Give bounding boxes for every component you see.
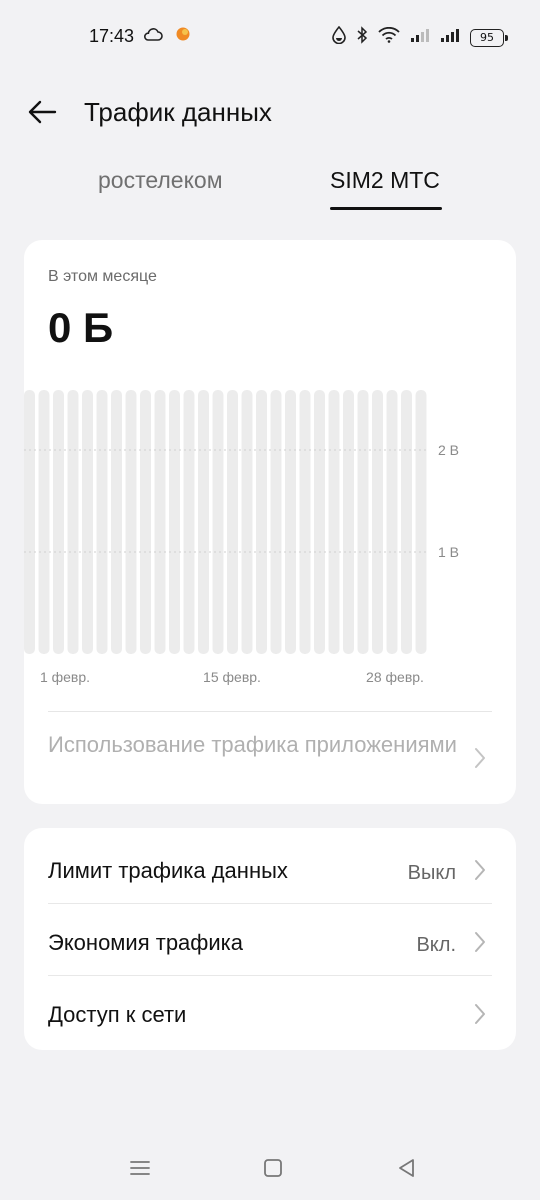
chart-y-tick-label: 1 В bbox=[438, 544, 459, 560]
chart-bar-track bbox=[24, 390, 35, 654]
page-title: Трафик данных bbox=[84, 97, 272, 127]
tab-sim2-mts[interactable]: SIM2 МТС bbox=[330, 167, 440, 194]
data-saver-icon bbox=[332, 25, 346, 49]
battery-icon: 95 bbox=[470, 28, 508, 47]
chevron-right-icon bbox=[475, 1004, 485, 1024]
status-right-icons: 95 bbox=[332, 25, 508, 49]
usage-chart: 2 В 1 В 1 февр. 15 февр. 28 февр. bbox=[24, 388, 516, 688]
chart-bar-track bbox=[140, 390, 151, 654]
chart-x-tick-label: 15 февр. bbox=[203, 669, 261, 685]
chart-bar-track bbox=[314, 390, 325, 654]
status-left-icons bbox=[143, 26, 191, 47]
chart-bar-track bbox=[154, 390, 166, 654]
network-access-label: Доступ к сети bbox=[48, 1002, 187, 1027]
usage-chart-svg: 2 В 1 В 1 февр. 15 февр. 28 февр. bbox=[24, 390, 459, 685]
active-tab-indicator bbox=[330, 207, 442, 210]
app-usage-label[interactable]: Использование трафика приложениями bbox=[48, 730, 468, 760]
chart-bar-track bbox=[82, 390, 93, 654]
chart-bar-track bbox=[53, 390, 64, 654]
back-arrow-icon bbox=[28, 100, 57, 124]
notification-dot-icon bbox=[175, 26, 191, 47]
navigation-bar bbox=[0, 1140, 540, 1200]
cloud-icon bbox=[143, 26, 163, 47]
chart-bar-track bbox=[285, 390, 296, 654]
home-button[interactable] bbox=[259, 1154, 287, 1182]
chart-x-tick-label: 28 февр. bbox=[366, 669, 424, 685]
signal-sim1-icon bbox=[410, 27, 430, 48]
usage-value: 0 Б bbox=[48, 304, 114, 351]
chevron-right-icon bbox=[475, 932, 485, 952]
menu-button[interactable] bbox=[126, 1154, 154, 1182]
chart-bar-track bbox=[38, 390, 50, 654]
data-limit-label: Лимит трафика данных bbox=[48, 858, 288, 883]
data-saver-label: Экономия трафика bbox=[48, 930, 244, 955]
data-limit-row[interactable]: Лимит трафика данных Выкл bbox=[24, 832, 516, 904]
chart-bar-track bbox=[169, 390, 180, 654]
chart-bar-track bbox=[67, 390, 79, 654]
wifi-icon bbox=[378, 26, 400, 48]
status-bar: 17:43 95 bbox=[0, 0, 540, 72]
status-time: 17:43 bbox=[89, 26, 135, 46]
nav-back-button[interactable] bbox=[392, 1154, 420, 1182]
home-icon bbox=[264, 1159, 282, 1177]
chart-bar-track bbox=[343, 390, 354, 654]
back-button[interactable] bbox=[26, 96, 58, 128]
chart-bar-track bbox=[372, 390, 383, 654]
chart-bar-track bbox=[386, 390, 398, 654]
chart-bar-track bbox=[241, 390, 253, 654]
chart-bar-track bbox=[357, 390, 369, 654]
chart-bar-track bbox=[183, 390, 195, 654]
settings-card: Лимит трафика данных Выкл Экономия трафи… bbox=[24, 828, 516, 1050]
divider bbox=[48, 711, 492, 712]
chart-x-tick-label: 1 февр. bbox=[40, 669, 90, 685]
usage-card: В этом месяце 0 Б 2 В1 В1 февр. 15 февр. 2… bbox=[24, 240, 516, 804]
data-saver-value: Вкл. bbox=[416, 934, 456, 956]
menu-icon bbox=[130, 1161, 150, 1175]
header: Трафик данных bbox=[0, 84, 540, 140]
data-limit-value: Выкл bbox=[407, 862, 456, 884]
chart-y-tick-label: 2 В bbox=[438, 442, 459, 458]
chart-bar-track bbox=[227, 390, 238, 654]
chart-bar-track bbox=[198, 390, 209, 654]
chart-bar-track bbox=[256, 390, 267, 654]
chevron-right-icon bbox=[475, 860, 485, 880]
bluetooth-icon bbox=[356, 26, 368, 49]
signal-sim2-icon bbox=[440, 27, 460, 48]
chart-bar-track bbox=[125, 390, 137, 654]
chart-bar-track bbox=[111, 390, 122, 654]
data-saver-row[interactable]: Экономия трафика Вкл. bbox=[24, 904, 516, 976]
chart-bar-track bbox=[401, 390, 412, 654]
usage-caption: В этом месяце bbox=[48, 268, 157, 285]
chart-bar-track bbox=[328, 390, 340, 654]
network-access-row[interactable]: Доступ к сети bbox=[24, 976, 516, 1048]
sim-tabs: ростелеком SIM2 МТС bbox=[0, 160, 540, 216]
chart-bar-track bbox=[415, 390, 427, 654]
chart-bar-track bbox=[299, 390, 311, 654]
chart-bar-track bbox=[212, 390, 224, 654]
chevron-right-icon bbox=[475, 748, 485, 768]
tab-rostelecom[interactable]: ростелеком bbox=[98, 167, 223, 194]
chart-bar-track bbox=[96, 390, 108, 654]
back-icon bbox=[399, 1159, 414, 1177]
chart-bar-track bbox=[270, 390, 282, 654]
